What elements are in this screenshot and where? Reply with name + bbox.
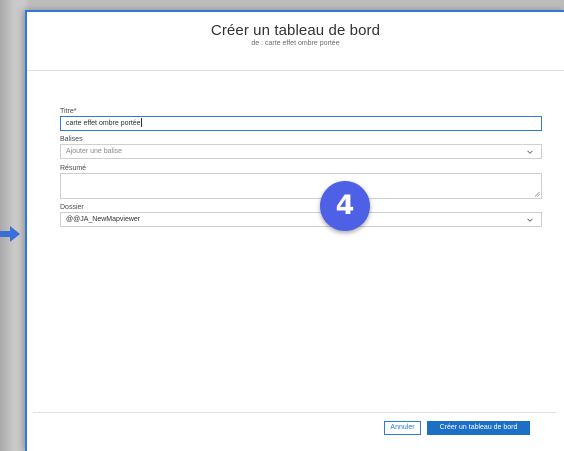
tags-placeholder: Ajouter une balise bbox=[66, 148, 123, 155]
chevron-down-icon[interactable] bbox=[526, 148, 534, 156]
resize-handle-icon[interactable] bbox=[534, 191, 540, 197]
dialog-header: Créer un tableau de bord de : carte effe… bbox=[27, 12, 564, 71]
title-input-value: carte effet ombre portée bbox=[66, 120, 141, 127]
cancel-button[interactable]: Annuler bbox=[384, 421, 421, 435]
folder-label: Dossier bbox=[60, 204, 84, 211]
tags-input[interactable]: Ajouter une balise bbox=[60, 144, 542, 159]
tags-label: Balises bbox=[60, 136, 83, 143]
title-input[interactable]: carte effet ombre portée bbox=[60, 116, 542, 131]
dialog-subtitle: de : carte effet ombre portée bbox=[251, 40, 340, 47]
create-dashboard-dialog: Créer un tableau de bord de : carte effe… bbox=[25, 10, 564, 451]
create-dashboard-button[interactable]: Créer un tableau de bord bbox=[427, 421, 530, 435]
summary-label: Résumé bbox=[60, 165, 87, 172]
chevron-down-icon[interactable] bbox=[526, 216, 534, 224]
arrow-right-icon bbox=[0, 226, 20, 242]
step-number-badge: 4 bbox=[320, 181, 370, 231]
summary-textarea[interactable] bbox=[60, 173, 542, 199]
dialog-title: Créer un tableau de bord bbox=[210, 22, 381, 39]
text-caret bbox=[140, 118, 142, 127]
folder-select[interactable]: @@JA_NewMapviewer bbox=[60, 212, 542, 227]
folder-value: @@JA_NewMapviewer bbox=[66, 216, 141, 223]
footer-divider bbox=[33, 412, 556, 413]
dashboard-form: Titre* carte effet ombre portée Balises … bbox=[60, 107, 542, 227]
title-label: Titre* bbox=[60, 108, 77, 115]
